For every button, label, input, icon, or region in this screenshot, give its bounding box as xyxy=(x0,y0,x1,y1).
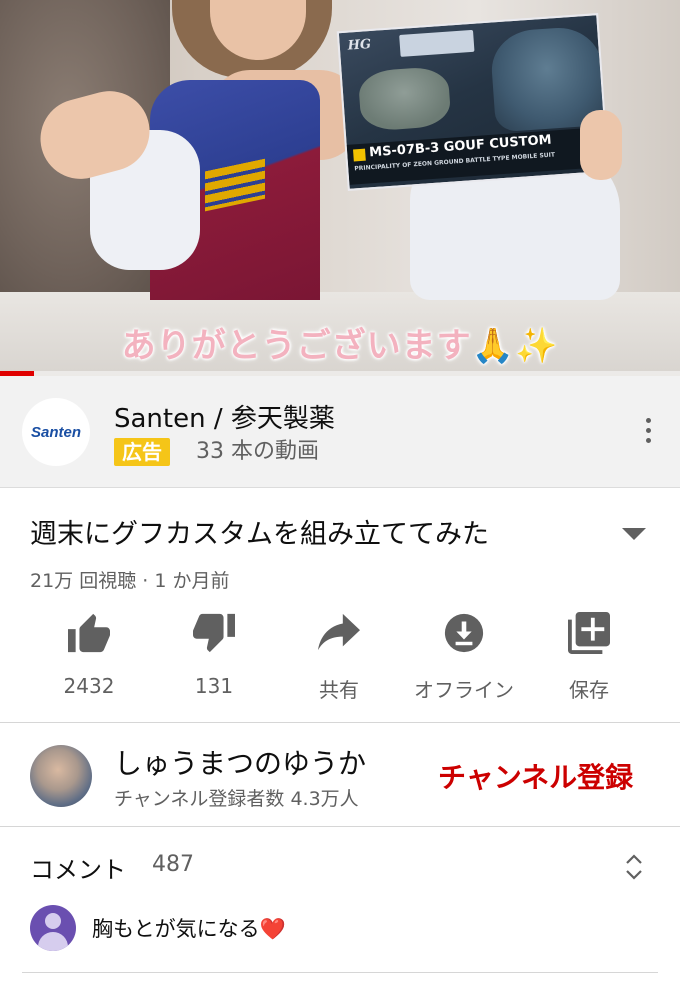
expand-comments-icon[interactable] xyxy=(622,850,646,884)
download-icon xyxy=(444,613,484,653)
subscribe-button[interactable]: チャンネル登録 xyxy=(438,756,633,796)
comment-text[interactable]: 胸もとが気になる❤️ xyxy=(92,913,286,943)
save-label: 保存 xyxy=(569,678,609,702)
like-button[interactable]: 2432 xyxy=(24,612,154,698)
box-gundam-logo xyxy=(399,29,475,57)
save-button[interactable]: 保存 xyxy=(524,612,654,703)
divider xyxy=(22,972,658,973)
ad-banner[interactable]: Santen Santen / 参天製薬 広告 33 本の動画 xyxy=(0,376,680,488)
channel-name[interactable]: しゅうまつのゆうか xyxy=(114,742,366,782)
divider xyxy=(0,826,680,827)
ad-title[interactable]: Santen / 参天製薬 xyxy=(114,398,335,435)
ad-badge: 広告 xyxy=(114,438,170,466)
box-hg-mark: HG xyxy=(347,36,372,54)
commenter-avatar[interactable] xyxy=(30,905,76,951)
offline-label: オフライン xyxy=(414,678,514,702)
video-title[interactable]: 週末にグフカスタムを組み立ててみた xyxy=(30,512,489,551)
video-player[interactable]: HG MS-07B-3 GOUF CUSTOM PRINCIPALITY OF … xyxy=(0,0,680,376)
thumbs-down-icon xyxy=(193,613,235,653)
more-options-icon[interactable] xyxy=(638,418,658,448)
like-count: 2432 xyxy=(63,674,115,698)
divider xyxy=(0,722,680,723)
video-subtitle: ありがとうございます🙏✨ xyxy=(121,326,559,366)
share-button[interactable]: 共有 xyxy=(274,612,404,703)
heart-emoji: ❤️ xyxy=(259,917,286,941)
share-arrow-icon xyxy=(318,613,360,651)
add-to-playlist-icon xyxy=(568,612,610,654)
comments-header[interactable]: コメント xyxy=(30,850,126,885)
model-kit-box: HG MS-07B-3 GOUF CUSTOM PRINCIPALITY OF … xyxy=(336,13,610,191)
video-meta: 21万 回視聴 · 1 か月前 xyxy=(30,570,230,592)
ad-logo[interactable]: Santen xyxy=(22,398,90,466)
channel-avatar[interactable] xyxy=(30,745,92,807)
channel-subscriber-count: チャンネル登録者数 4.3万人 xyxy=(114,788,359,810)
video-person-hand-right xyxy=(580,110,622,180)
comment-body: 胸もとが気になる xyxy=(92,917,260,941)
ad-meta: 33 本の動画 xyxy=(196,439,319,464)
share-label: 共有 xyxy=(319,678,359,702)
action-bar: 2432 131 共有 オフライン 保存 xyxy=(0,612,680,712)
comments-count: 487 xyxy=(152,852,194,877)
offline-button[interactable]: オフライン xyxy=(399,612,529,703)
box-background-robot xyxy=(357,65,452,132)
thumbs-up-icon xyxy=(68,613,110,653)
box-yellow-mark xyxy=(353,148,366,162)
dislike-button[interactable]: 131 xyxy=(149,612,279,698)
ad-logo-text: Santen xyxy=(30,423,81,441)
dislike-count: 131 xyxy=(194,674,234,698)
expand-description-icon[interactable] xyxy=(622,528,646,540)
